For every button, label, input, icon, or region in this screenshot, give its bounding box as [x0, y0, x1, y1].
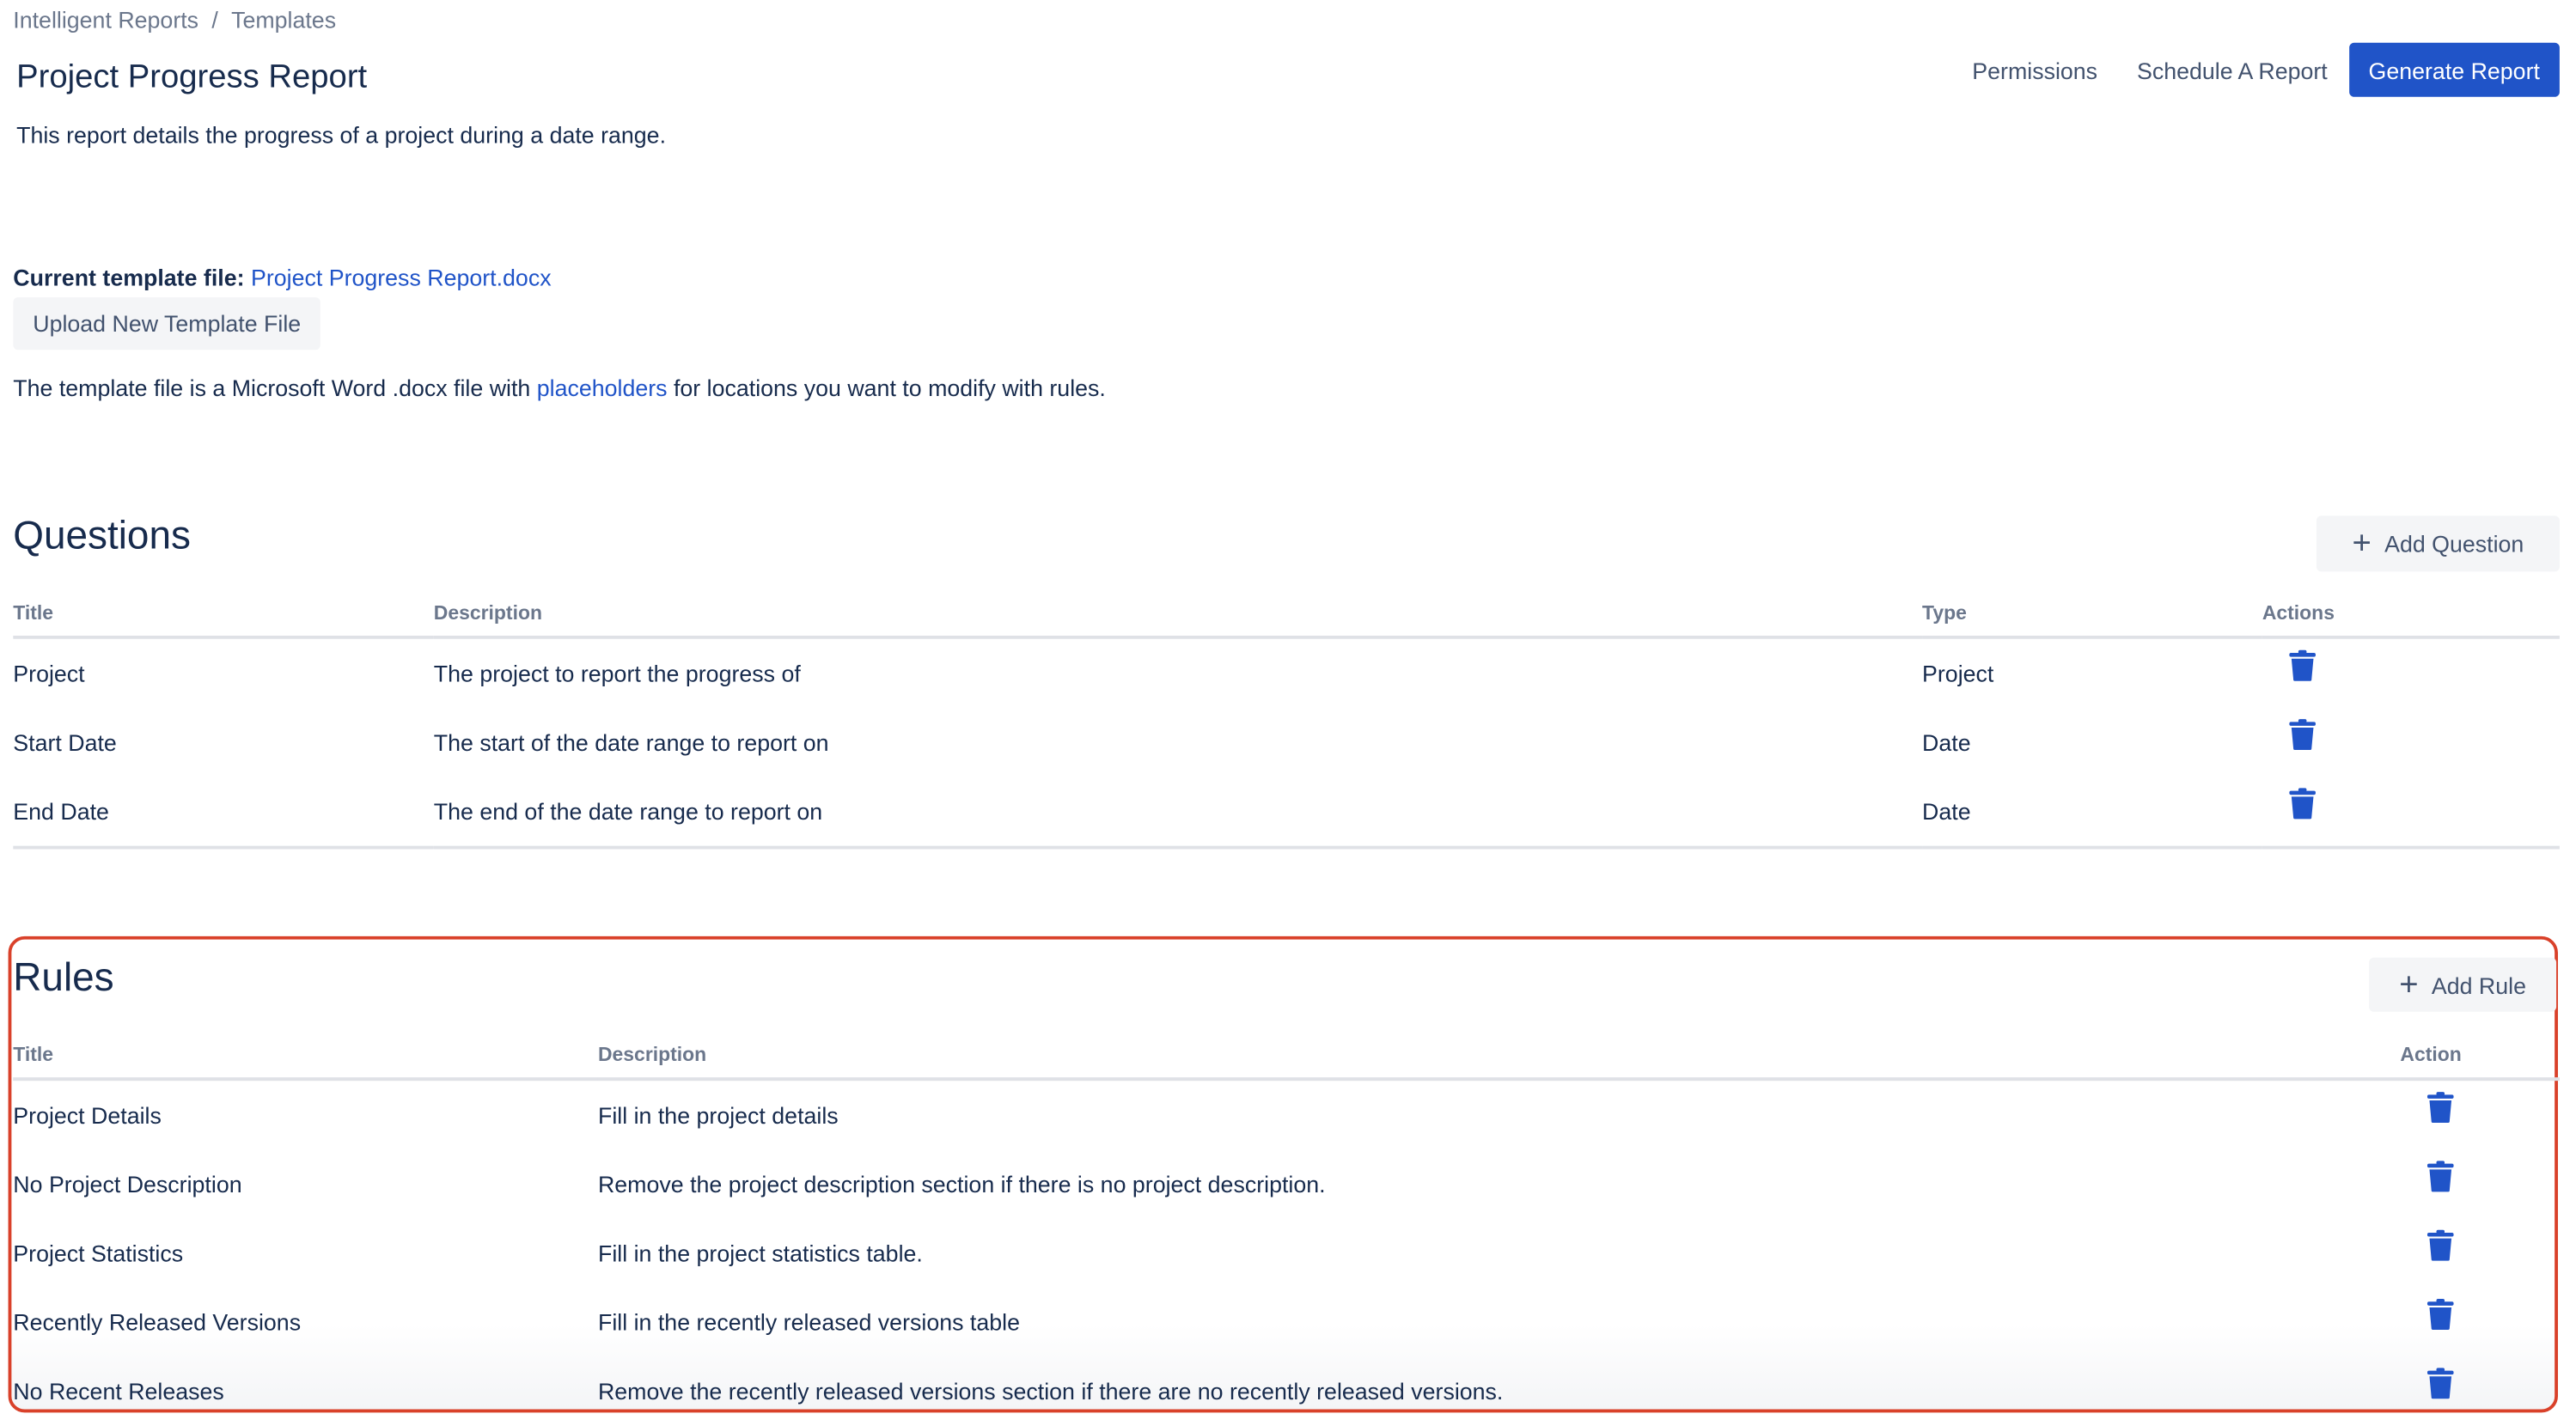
add-rule-label: Add Rule: [2431, 971, 2526, 998]
col-action: Action: [2400, 1031, 2560, 1082]
table-row: Start Date The start of the date range to…: [13, 708, 2560, 777]
cell-description: Fill in the recently released versions t…: [597, 1308, 1020, 1336]
add-question-button[interactable]: + Add Question: [2316, 515, 2560, 572]
template-help-text: The template file is a Microsoft Word .d…: [13, 375, 1106, 401]
cell-description: The project to report the progress of: [433, 660, 801, 687]
upload-template-button[interactable]: Upload New Template File: [13, 297, 321, 350]
cell-action: [2400, 1079, 2559, 1149]
plus-icon: +: [2399, 966, 2419, 1003]
col-title[interactable]: Title: [13, 1031, 598, 1082]
col-actions: Actions: [2262, 589, 2560, 639]
table-row: No Project Description Remove the project…: [13, 1149, 2560, 1218]
add-question-label: Add Question: [2384, 530, 2524, 558]
cell-action: [2400, 1149, 2559, 1218]
cell-description: Remove the recently released versions se…: [597, 1378, 1504, 1405]
cell-title: End Date: [13, 798, 109, 825]
breadcrumb-templates[interactable]: Templates: [231, 7, 336, 34]
table-row: Project Details Fill in the project detai…: [13, 1079, 2560, 1149]
questions-header-row: Title Description Type Actions: [13, 589, 2560, 639]
delete-trash-icon[interactable]: [2426, 1297, 2455, 1335]
delete-trash-icon[interactable]: [2426, 1228, 2455, 1265]
cell-title: Project: [13, 660, 85, 687]
header-actions: Permissions Schedule A Report Generate R…: [1952, 42, 2560, 97]
delete-trash-icon[interactable]: [2288, 717, 2317, 755]
cell-title: No Project Description: [13, 1171, 242, 1197]
cell-description: Fill in the project statistics table.: [597, 1240, 923, 1267]
cell-title: No Recent Releases: [13, 1378, 224, 1405]
col-description[interactable]: Description: [433, 589, 1923, 639]
cell-type: Project: [1922, 660, 1994, 687]
cell-title: Project Statistics: [13, 1240, 184, 1267]
cell-type: Date: [1922, 728, 1971, 756]
cell-action: [2400, 1219, 2559, 1288]
rules-heading: Rules: [13, 955, 114, 1001]
table-row: Project The project to report the progres…: [13, 637, 2560, 708]
delete-trash-icon[interactable]: [2288, 648, 2317, 686]
table-row: Project Statistics Fill in the project st…: [13, 1219, 2560, 1288]
help-prefix: The template file is a Microsoft Word .d…: [13, 374, 537, 401]
cell-description: The end of the date range to report on: [433, 798, 823, 825]
page: Intelligent Reports / Templates Project Pr…: [0, 0, 2576, 1419]
permissions-button[interactable]: Permissions: [1952, 44, 2117, 96]
breadcrumb-intelligent-reports[interactable]: Intelligent Reports: [13, 7, 198, 34]
rules-header-row: Title Description Action: [13, 1031, 2560, 1082]
delete-trash-icon[interactable]: [2426, 1159, 2455, 1197]
delete-trash-icon[interactable]: [2288, 786, 2317, 824]
col-description[interactable]: Description: [597, 1031, 2401, 1082]
cell-description: The start of the date range to report on: [433, 728, 829, 756]
current-template: Current template file: Project Progress …: [13, 265, 551, 291]
col-type[interactable]: Type: [1922, 589, 2262, 639]
schedule-report-button[interactable]: Schedule A Report: [2117, 44, 2347, 96]
add-rule-button[interactable]: + Add Rule: [2369, 957, 2557, 1012]
questions-heading: Questions: [13, 514, 191, 559]
generate-report-button[interactable]: Generate Report: [2348, 42, 2560, 97]
table-row: No Recent Releases Remove the recently re…: [13, 1356, 2560, 1425]
placeholders-link[interactable]: placeholders: [537, 375, 668, 401]
cell-title: Start Date: [13, 728, 117, 756]
questions-table: Title Description Type Actions Project Th…: [13, 589, 2560, 850]
page-description: This report details the progress of a pr…: [16, 121, 667, 149]
cell-type: Date: [1922, 798, 1971, 825]
rules-table: Title Description Action Project Details…: [13, 1031, 2560, 1426]
cell-action: [2262, 708, 2560, 777]
cell-title: Project Details: [13, 1101, 162, 1129]
table-row: End Date The end of the date range to rep…: [13, 777, 2560, 847]
page-title: Project Progress Report: [16, 58, 368, 95]
delete-trash-icon[interactable]: [2426, 1366, 2455, 1404]
table-row: Recently Released Versions Fill in the re…: [13, 1288, 2560, 1356]
delete-trash-icon[interactable]: [2426, 1090, 2455, 1128]
help-suffix: for locations you want to modify with ru…: [667, 374, 1106, 401]
cell-action: [2262, 637, 2560, 708]
template-file-link[interactable]: Project Progress Report.docx: [251, 265, 552, 291]
current-template-label: Current template file:: [13, 264, 245, 291]
breadcrumb-separator: /: [211, 6, 218, 34]
cell-action: [2400, 1356, 2559, 1425]
plus-icon: +: [2352, 525, 2372, 562]
breadcrumb: Intelligent Reports / Templates: [13, 7, 336, 34]
cell-action: [2262, 777, 2560, 847]
cell-description: Fill in the project details: [597, 1101, 839, 1129]
cell-title: Recently Released Versions: [13, 1308, 302, 1336]
col-title[interactable]: Title: [13, 589, 434, 639]
cell-description: Remove the project description section i…: [597, 1171, 1326, 1197]
cell-action: [2400, 1288, 2559, 1356]
